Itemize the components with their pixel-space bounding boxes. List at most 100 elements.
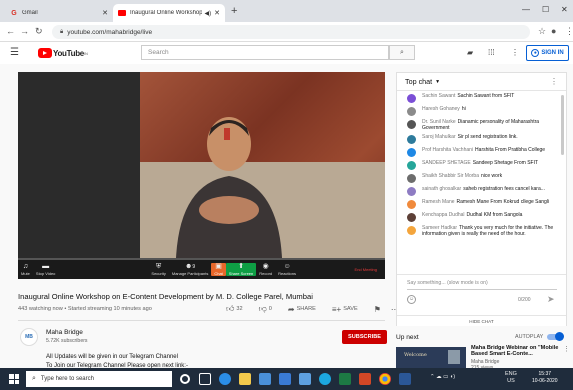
excel-icon[interactable]: [339, 373, 351, 385]
powerpoint-icon[interactable]: [359, 373, 371, 385]
star-icon[interactable]: ☆: [538, 26, 546, 37]
participants-button[interactable]: ☻9 Manage Participants: [169, 263, 211, 276]
chat-message: Prof Harshita Vachhani Harshita From Prat…: [397, 146, 566, 159]
chat-author[interactable]: sainath ghosalkar: [422, 186, 461, 192]
report-button[interactable]: ⚑: [374, 305, 383, 314]
tab-youtube[interactable]: Inaugural Online Workshop ◀) ✕: [113, 4, 225, 22]
tab-gmail[interactable]: G Gmail ✕: [5, 4, 113, 22]
url-field[interactable]: 🔒︎ youtube.com/mahabridge/live: [52, 25, 530, 39]
up-next-title[interactable]: Maha Bridge Webinar on "Mobile Based Sma…: [471, 345, 563, 358]
dislike-button[interactable]: 👎︎ 0: [259, 304, 280, 314]
chat-avatar[interactable]: [407, 135, 416, 144]
chat-mode-selector[interactable]: Top chat: [405, 77, 432, 86]
file-explorer-icon[interactable]: [239, 373, 251, 385]
chat-author[interactable]: Sachin Sawant: [422, 93, 455, 99]
youtube-logo[interactable]: YouTube IN: [38, 48, 88, 58]
reload-icon[interactable]: ↻: [35, 26, 43, 37]
up-next-thumbnail[interactable]: Welcome: [396, 347, 466, 368]
settings-kebab-icon[interactable]: ⋮: [511, 48, 519, 57]
forward-icon[interactable]: →: [20, 26, 29, 36]
up-next-more-icon[interactable]: ⋮: [563, 345, 570, 353]
edge-icon[interactable]: [219, 373, 231, 385]
mute-button[interactable]: ♫ Mute: [18, 263, 33, 276]
apps-grid-icon[interactable]: ⁞⁞⁞: [488, 48, 495, 57]
hamburger-menu-icon[interactable]: ☰: [10, 47, 19, 58]
cortana-icon[interactable]: [180, 374, 190, 384]
chat-more-icon[interactable]: ⋮: [550, 77, 558, 86]
create-video-icon[interactable]: ▰: [467, 48, 473, 57]
share-button[interactable]: ➦ SHARE: [288, 305, 324, 314]
autoplay-toggle[interactable]: [547, 332, 565, 341]
chat-avatar[interactable]: [407, 213, 416, 222]
chat-avatar[interactable]: [407, 148, 416, 157]
emoji-icon[interactable]: ☺: [407, 295, 416, 304]
chat-button[interactable]: ▣ Chat: [211, 263, 226, 276]
save-button[interactable]: ≡+ SAVE: [332, 305, 366, 314]
watch-page: ♫ Mute ▬ Stop Video ⛨ Security ☻9 Manage Par…: [0, 64, 573, 371]
close-tab-icon[interactable]: ✕: [102, 9, 108, 17]
subscribe-button[interactable]: SUBSCRIBE: [342, 330, 387, 344]
sign-in-button[interactable]: ● SIGN IN: [526, 45, 569, 61]
chat-author[interactable]: Shaikh Shabbir Sir Morba: [422, 173, 479, 179]
chat-author[interactable]: Haresh Gohaney: [422, 106, 460, 112]
hide-chat-button[interactable]: HIDE CHAT: [397, 315, 566, 326]
store-icon[interactable]: [259, 373, 271, 385]
word-icon[interactable]: [399, 373, 411, 385]
mail-icon[interactable]: [279, 373, 291, 385]
skype-icon[interactable]: [319, 373, 331, 385]
chat-author[interactable]: Saroj Mahulkar: [422, 134, 456, 140]
audio-icon: ◀): [204, 10, 212, 17]
share-arrow-icon: ➦: [287, 304, 295, 314]
tab-title: Inaugural Online Workshop: [130, 10, 202, 16]
maximize-button[interactable]: ☐: [542, 5, 549, 14]
control-label: Share Screen: [228, 271, 254, 276]
stop-video-button[interactable]: ▬ Stop Video: [33, 263, 59, 276]
chat-scrollbar[interactable]: [561, 95, 564, 155]
chat-avatar[interactable]: [407, 107, 416, 116]
back-icon[interactable]: ←: [6, 26, 15, 36]
chat-avatar[interactable]: [407, 226, 416, 235]
windows-start-icon[interactable]: [9, 374, 19, 384]
youtube-icon: [118, 9, 126, 17]
chat-avatar[interactable]: [407, 94, 416, 103]
taskbar-search-input[interactable]: ⌕ Type here to search: [26, 371, 172, 387]
record-button[interactable]: ◉ Record: [256, 263, 275, 276]
chat-author[interactable]: Ramesh Mane: [422, 199, 455, 205]
chat-avatar[interactable]: [407, 174, 416, 183]
channel-avatar[interactable]: MB: [20, 328, 38, 346]
channel-name[interactable]: Maha Bridge: [46, 329, 83, 336]
chat-author[interactable]: Kenchappa Dudhal: [422, 212, 465, 218]
profile-icon[interactable]: ●: [551, 26, 556, 36]
new-tab-button[interactable]: +: [231, 5, 237, 17]
security-button[interactable]: ⛨ Security: [148, 263, 168, 276]
send-icon[interactable]: ➤: [547, 294, 555, 305]
close-tab-icon[interactable]: ✕: [214, 9, 220, 17]
chevron-down-icon[interactable]: ▼: [435, 79, 440, 85]
chat-message-body: sainath ghosalkar saheb registration fees…: [422, 186, 545, 196]
chat-author[interactable]: Prof Harshita Vachhani: [422, 147, 473, 153]
language-indicator[interactable]: ENG US: [505, 371, 517, 385]
chat-avatar[interactable]: [407, 120, 416, 129]
search-input[interactable]: Search: [141, 45, 389, 60]
menu-kebab-icon[interactable]: ⋮: [565, 26, 573, 37]
share-screen-button[interactable]: ⬆ Share Screen: [225, 263, 257, 276]
minimize-button[interactable]: —: [522, 5, 530, 14]
taskbar-clock[interactable]: 15:37 10-06-2020: [532, 371, 558, 385]
like-button[interactable]: 👍︎ 32: [226, 304, 251, 314]
search-button[interactable]: ⌕: [389, 45, 415, 60]
clock-date: 10-06-2020: [532, 378, 558, 384]
reactions-button[interactable]: ☺ Reactions: [275, 263, 299, 276]
chat-avatar[interactable]: [407, 200, 416, 209]
video-player[interactable]: ♫ Mute ▬ Stop Video ⛨ Security ☻9 Manage Par…: [18, 72, 385, 279]
photos-icon[interactable]: [299, 373, 311, 385]
chat-avatar[interactable]: [407, 161, 416, 170]
chat-avatar[interactable]: [407, 187, 416, 196]
task-view-icon[interactable]: [199, 373, 211, 385]
end-meeting-button[interactable]: End Meeting: [355, 267, 377, 272]
chat-input[interactable]: Say something... (slow mode is on): [407, 280, 488, 286]
chat-author[interactable]: SANDEEP SHETAGE: [422, 160, 471, 166]
chrome-icon[interactable]: [379, 373, 391, 385]
chat-header: Top chat ▼ ⋮: [397, 73, 566, 91]
tray-icons[interactable]: ⌃ ☁ ▭ ◖): [430, 374, 455, 380]
close-window-button[interactable]: ✕: [561, 5, 568, 14]
